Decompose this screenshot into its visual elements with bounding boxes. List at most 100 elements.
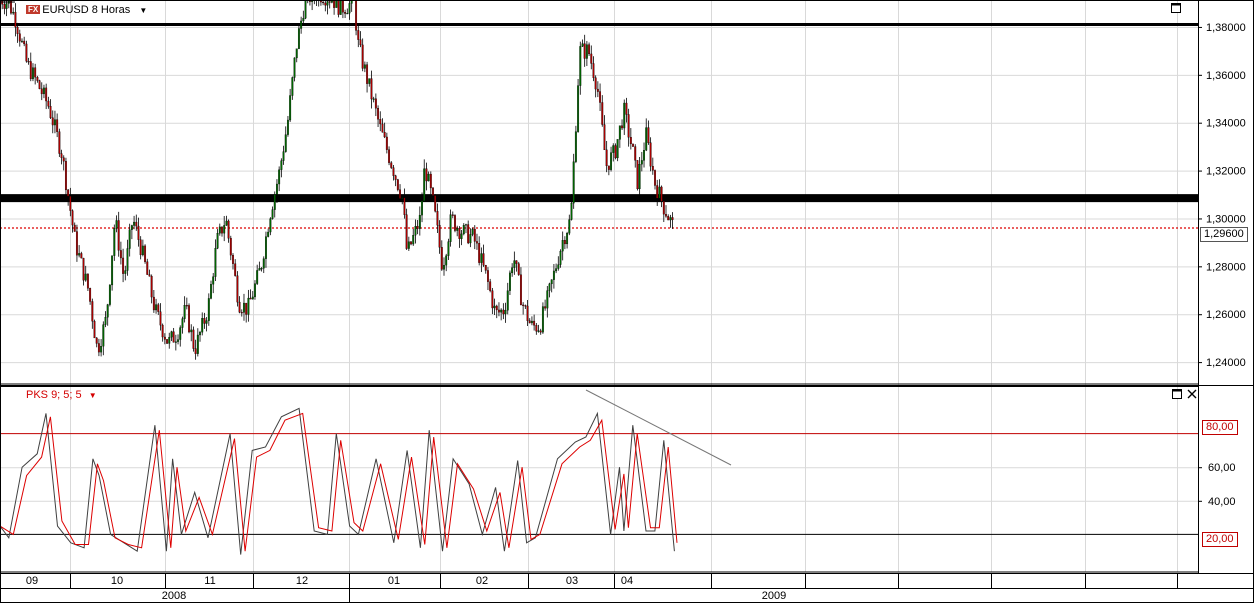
candle-body (236, 275, 239, 303)
candle-body (126, 248, 129, 271)
candle-body (225, 220, 228, 226)
candle-body (647, 127, 650, 143)
candle-body (119, 250, 122, 259)
candle-body (634, 146, 637, 161)
month-label: 09 (26, 575, 38, 587)
candle-body (585, 44, 588, 59)
candle-body (152, 296, 155, 311)
candle-body (544, 306, 547, 309)
candle-body (568, 219, 571, 234)
candle-body (27, 61, 30, 63)
candle-body (618, 125, 621, 140)
candle-body (361, 44, 364, 69)
candle-body (493, 305, 496, 309)
candle-body (638, 164, 641, 190)
candle-body (254, 283, 256, 298)
candle-body (614, 145, 617, 159)
price-level-lines (0, 23, 1198, 229)
candle-body (374, 98, 377, 109)
candle-body (348, 3, 351, 14)
candle-body (392, 167, 395, 176)
candle-body (335, 0, 338, 8)
candle-body (539, 330, 542, 333)
candle-body (192, 329, 195, 349)
candle-body (124, 270, 127, 274)
candle-body (229, 237, 232, 256)
candle-body (265, 236, 267, 259)
candle-body (49, 106, 52, 118)
candle-body (280, 160, 283, 170)
candle-body (484, 265, 487, 271)
candle-body (456, 228, 459, 231)
candle-body (38, 80, 41, 89)
candle-body (552, 270, 555, 280)
candle-body (438, 225, 441, 248)
month-label: 01 (388, 575, 400, 587)
candle-body (282, 151, 285, 161)
dropdown-arrow-icon[interactable]: ▼ (89, 391, 97, 400)
maximize-icon[interactable] (1172, 389, 1182, 402)
dropdown-arrow-icon[interactable]: ▼ (139, 6, 147, 15)
year-label: 2009 (762, 590, 786, 602)
candle-body (588, 44, 591, 55)
price-tick-label: 1,34000 (1206, 118, 1246, 130)
candle-body (155, 304, 158, 311)
candle-body (207, 298, 210, 321)
candle-body (111, 255, 114, 286)
candle-body (480, 253, 483, 263)
candle-body (67, 189, 70, 197)
candle-body (566, 233, 569, 245)
price-tick-label: 1,32000 (1206, 166, 1246, 178)
candle-body (276, 183, 278, 195)
candle-body (377, 108, 380, 120)
candle-body (363, 64, 366, 69)
candle-body (533, 320, 536, 326)
candle-body (443, 265, 445, 270)
candle-body (144, 245, 147, 262)
candle-body (625, 102, 628, 115)
maximize-icon[interactable] (1171, 3, 1181, 16)
candle-body (557, 264, 560, 269)
candle-body (64, 161, 67, 191)
candle-body (328, 1, 331, 3)
candle-body (396, 179, 399, 190)
candle-body (205, 320, 208, 324)
candle-body (43, 87, 45, 95)
candle-body (636, 160, 639, 190)
candle-body (427, 173, 430, 182)
price-panel-title-text: EURUSD 8 Horas (42, 4, 131, 16)
candle-body (199, 332, 201, 336)
candle-body (97, 343, 100, 353)
price-panel-title[interactable]: FX EURUSD 8 Horas ▼ (26, 4, 147, 16)
candle-body (157, 304, 160, 312)
candle-body (434, 195, 437, 212)
candle-body (599, 91, 602, 103)
candle-body (574, 131, 577, 162)
candle-body (467, 224, 470, 244)
candle-body (93, 321, 96, 339)
candle-body (271, 209, 274, 219)
candle-body (561, 240, 564, 252)
candle-body (601, 102, 604, 125)
candle-body (383, 132, 386, 138)
oscillator-panel-title[interactable]: PKS 9; 5; 5 ▼ (26, 389, 97, 401)
candle-body (579, 46, 582, 86)
price-tick-label: 1,28000 (1206, 261, 1246, 273)
candle-body (522, 304, 525, 306)
candle-body (51, 117, 54, 126)
price-tick-label: 1,38000 (1206, 22, 1246, 34)
month-label: 11 (204, 575, 215, 587)
candle-body (122, 257, 125, 274)
candle-body (665, 214, 667, 217)
close-icon[interactable] (1187, 389, 1197, 402)
candle-body (18, 33, 21, 42)
candle-body (458, 228, 461, 239)
candle-body (339, 0, 342, 15)
candle-body (627, 114, 630, 138)
candle-body (201, 318, 204, 333)
candle-body (372, 98, 375, 100)
candle-body (405, 214, 408, 249)
candle-body (212, 276, 215, 285)
candle-body (25, 43, 28, 62)
candle-body (300, 20, 303, 29)
